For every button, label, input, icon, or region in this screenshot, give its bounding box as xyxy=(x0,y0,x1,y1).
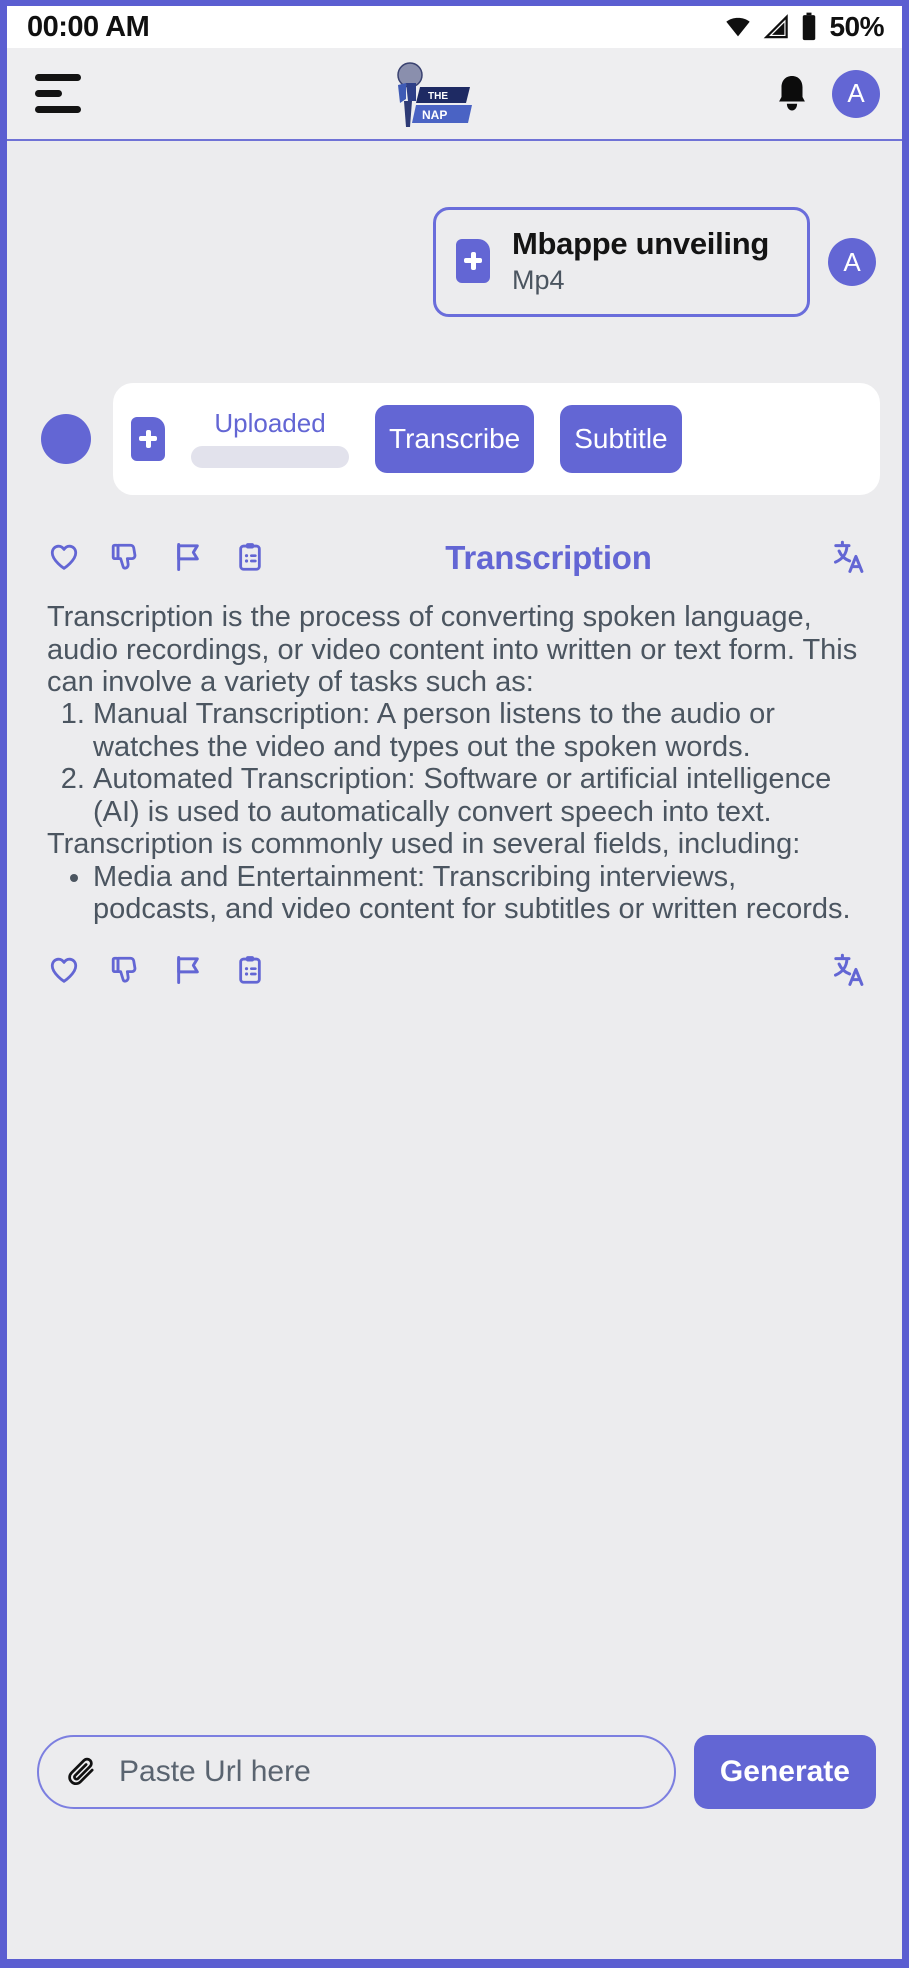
transcription-text: Transcription is the process of converti… xyxy=(33,575,876,926)
transcription-numbered-list: Manual Transcription: A person listens t… xyxy=(47,698,864,828)
flag-icon[interactable] xyxy=(171,541,205,573)
transcription-intro: Transcription is the process of converti… xyxy=(47,601,858,698)
upload-status-label: Uploaded xyxy=(214,408,326,439)
avatar-initial: A xyxy=(843,246,861,277)
heart-icon[interactable] xyxy=(47,954,81,986)
composer-bar: Generate xyxy=(7,1735,902,1959)
transcription-list-item: Media and Entertainment: Transcribing in… xyxy=(93,861,864,926)
wifi-icon xyxy=(723,13,753,41)
svg-text:NAP: NAP xyxy=(422,108,447,122)
hamburger-line xyxy=(35,90,62,97)
transcription-action-bar-top: Transcription xyxy=(33,539,876,575)
subtitle-button[interactable]: Subtitle xyxy=(560,405,682,474)
app-window: 00:00 AM 50% THE NAP A Mbappe unveiling … xyxy=(0,0,909,1968)
user-avatar[interactable]: A xyxy=(828,238,876,287)
transcription-middle: Transcription is commonly used in severa… xyxy=(47,828,801,861)
heart-icon[interactable] xyxy=(47,541,81,573)
transcription-title: Transcription xyxy=(445,538,652,576)
hamburger-menu-icon[interactable] xyxy=(35,74,81,113)
the-nap-logo-icon: THE NAP xyxy=(396,61,472,127)
clipboard-icon[interactable] xyxy=(233,541,267,573)
avatar[interactable]: A xyxy=(832,69,880,118)
user-message-row: Mbappe unveiling Mp4 A xyxy=(7,141,902,318)
svg-text:THE: THE xyxy=(428,91,448,102)
paperclip-icon[interactable] xyxy=(65,1755,99,1789)
file-add-icon xyxy=(131,417,165,462)
transcription-list-item: Manual Transcription: A person listens t… xyxy=(93,698,864,763)
transcription-list-item: Automated Transcription: Software or art… xyxy=(93,763,864,828)
generate-button[interactable]: Generate xyxy=(693,1735,876,1809)
file-type: Mp4 xyxy=(512,264,565,295)
hamburger-line xyxy=(35,74,81,81)
url-input[interactable] xyxy=(117,1754,648,1790)
cell-signal-icon xyxy=(763,13,790,41)
translate-icon[interactable] xyxy=(830,952,868,988)
upload-progress: Uploaded xyxy=(191,408,349,469)
chat-scroll-area[interactable]: Mbappe unveiling Mp4 A Uploaded Transcri… xyxy=(7,141,902,1735)
clipboard-icon[interactable] xyxy=(233,954,267,986)
status-time: 00:00 AM xyxy=(27,10,150,43)
progress-bar-track xyxy=(191,446,349,469)
assistant-avatar xyxy=(41,414,91,465)
hamburger-line xyxy=(35,106,81,113)
transcription-action-bar-bottom xyxy=(33,926,876,988)
translate-icon[interactable] xyxy=(830,539,868,575)
uploaded-file-card[interactable]: Mbappe unveiling Mp4 xyxy=(433,207,810,318)
thumbs-down-icon[interactable] xyxy=(109,954,143,986)
transcription-bullet-list: Media and Entertainment: Transcribing in… xyxy=(47,861,864,926)
thumbs-down-icon[interactable] xyxy=(109,541,143,573)
url-input-wrapper[interactable] xyxy=(37,1735,676,1809)
upload-status-card: Uploaded Transcribe Subtitle xyxy=(113,383,880,496)
app-header: THE NAP A xyxy=(7,48,902,141)
bell-icon[interactable] xyxy=(774,74,810,114)
status-bar: 00:00 AM 50% xyxy=(7,6,902,48)
flag-icon[interactable] xyxy=(171,954,205,986)
transcription-response: Transcription Transcription is the proce… xyxy=(7,495,902,988)
battery-percent: 50% xyxy=(829,11,884,42)
status-indicators: 50% xyxy=(723,11,884,43)
assistant-upload-row: Uploaded Transcribe Subtitle xyxy=(7,317,902,496)
file-add-icon xyxy=(456,239,490,284)
file-title: Mbappe unveiling xyxy=(512,226,769,261)
file-meta: Mbappe unveiling Mp4 xyxy=(512,226,769,296)
transcribe-button[interactable]: Transcribe xyxy=(375,405,535,474)
avatar-initial: A xyxy=(847,78,865,108)
header-actions: A xyxy=(774,69,880,118)
battery-icon xyxy=(800,12,818,42)
app-logo[interactable]: THE NAP xyxy=(81,59,774,129)
